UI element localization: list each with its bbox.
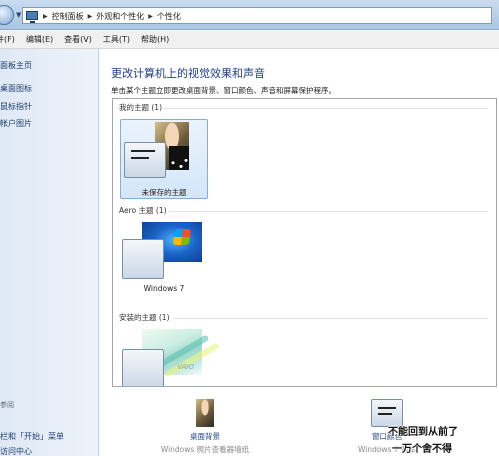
group-header-installed-themes: 安装的主题 (1) bbox=[119, 313, 170, 322]
breadcrumb-arrow-icon[interactable]: ▶ bbox=[43, 13, 48, 20]
watermark-text-line1: 不能回到从前了 bbox=[388, 427, 458, 438]
menu-edit[interactable]: 编辑(E) bbox=[26, 34, 53, 45]
see-also-heading: 参阅 bbox=[0, 401, 14, 409]
window-bar bbox=[378, 407, 396, 409]
desktop-background-label: 桌面背景 bbox=[190, 432, 220, 441]
window-color-thumbnail bbox=[124, 142, 166, 178]
breadcrumb: ▶ 控制面板 ▶ 外观和个性化 ▶ 个性化 bbox=[43, 11, 181, 22]
nav-control-panel-home[interactable]: 面板主页 bbox=[0, 60, 32, 71]
control-panel-icon bbox=[26, 11, 38, 23]
window-color-thumbnail bbox=[122, 349, 164, 386]
theme-label: Windows 7 bbox=[143, 284, 185, 293]
group-header-my-themes: 我的主题 (1) bbox=[119, 103, 163, 112]
theme-unsaved[interactable]: 未保存的主题 bbox=[120, 119, 208, 199]
page-subtitle: 单击某个主题立即更改桌面背景、窗口颜色、声音和屏幕保护程序。 bbox=[111, 86, 336, 95]
theme-label: 未保存的主题 bbox=[141, 188, 187, 197]
window-bar bbox=[131, 157, 149, 159]
window-bar bbox=[378, 413, 392, 415]
left-navigation-pane: 面板主页 桌面图标 鼠标指针 帐户图片 参阅 栏和「开始」菜单 访问中心 bbox=[0, 49, 99, 456]
breadcrumb-personalization[interactable]: 个性化 bbox=[157, 11, 181, 22]
recent-pages-dropdown-icon[interactable]: ▼ bbox=[16, 11, 21, 19]
window-bar bbox=[131, 150, 155, 152]
main-content: 更改计算机上的视觉效果和声音 单击某个主题立即更改桌面背景、窗口颜色、声音和屏幕… bbox=[100, 49, 499, 456]
wallpaper-pattern bbox=[169, 146, 189, 170]
breadcrumb-control-panel[interactable]: 控制面板 bbox=[52, 11, 84, 22]
nav-change-desktop-icons[interactable]: 桌面图标 bbox=[0, 83, 32, 94]
watermark-text-line2: 一万个舍不得 bbox=[392, 444, 452, 455]
menu-view[interactable]: 查看(V) bbox=[64, 34, 92, 45]
nav-change-account-picture[interactable]: 帐户图片 bbox=[0, 118, 32, 129]
window-color-thumbnail bbox=[122, 239, 164, 279]
theme-list[interactable]: 我的主题 (1) 未保存的主题 Aero 主题 (1) Windows 7 安装… bbox=[112, 98, 497, 387]
address-field[interactable]: ▶ 控制面板 ▶ 外观和个性化 ▶ 个性化 bbox=[22, 7, 492, 24]
menu-bar: 件(F) 编辑(E) 查看(V) 工具(T) 帮助(H) bbox=[0, 31, 499, 49]
menu-help[interactable]: 帮助(H) bbox=[141, 34, 169, 45]
desktop-background-setting[interactable]: 桌面背景 Windows 照片查看器墙纸 bbox=[140, 399, 270, 455]
page-title: 更改计算机上的视觉效果和声音 bbox=[111, 67, 265, 80]
group-divider bbox=[173, 318, 488, 319]
menu-tools[interactable]: 工具(T) bbox=[103, 34, 130, 45]
group-header-aero-themes: Aero 主题 (1) bbox=[119, 206, 167, 215]
breadcrumb-arrow-icon[interactable]: ▶ bbox=[148, 13, 153, 20]
breadcrumb-arrow-icon[interactable]: ▶ bbox=[88, 13, 93, 20]
theme-vaio[interactable]: VAIO bbox=[120, 327, 220, 386]
nav-ease-of-access[interactable]: 访问中心 bbox=[0, 446, 32, 456]
desktop-background-value: Windows 照片查看器墙纸 bbox=[160, 445, 250, 454]
desktop-background-icon bbox=[196, 399, 214, 427]
nav-change-mouse-pointer[interactable]: 鼠标指针 bbox=[0, 101, 32, 112]
vaio-logo: VAIO bbox=[177, 363, 194, 371]
group-divider bbox=[163, 108, 488, 109]
theme-windows-7[interactable]: Windows 7 bbox=[120, 220, 208, 300]
group-divider bbox=[169, 211, 488, 212]
breadcrumb-appearance[interactable]: 外观和个性化 bbox=[96, 11, 144, 22]
windows-logo-icon bbox=[173, 229, 192, 246]
nav-taskbar-start-menu[interactable]: 栏和「开始」菜单 bbox=[0, 431, 64, 442]
address-bar: ▼ ▶ 控制面板 ▶ 外观和个性化 ▶ 个性化 bbox=[0, 0, 499, 30]
back-button[interactable] bbox=[0, 5, 14, 25]
menu-file[interactable]: 件(F) bbox=[0, 34, 15, 45]
